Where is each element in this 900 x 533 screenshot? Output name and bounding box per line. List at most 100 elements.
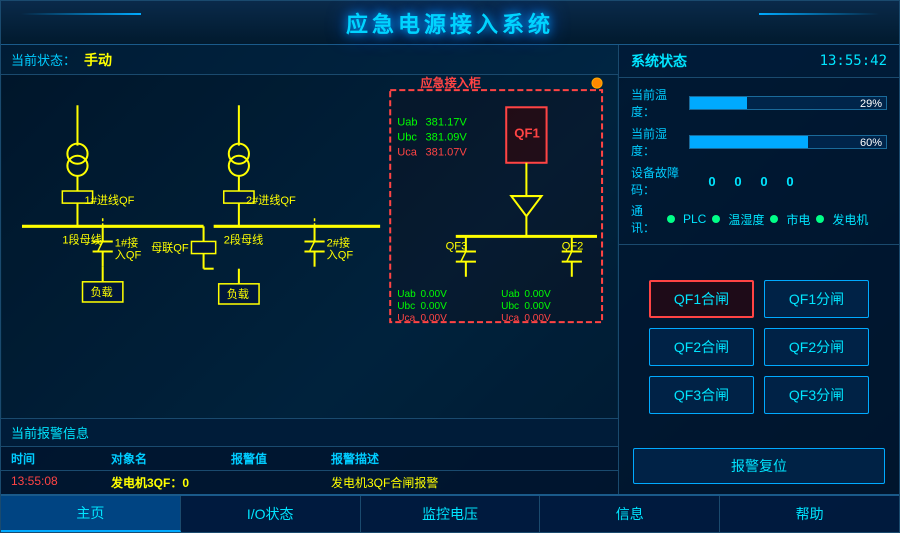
svg-text:0.00V: 0.00V	[420, 289, 447, 300]
comm-label: 通 讯：	[631, 202, 661, 236]
header: 应急电源接入系统	[1, 1, 899, 45]
fault-val-4: 0	[780, 174, 800, 189]
alert-header: 当前报警信息	[1, 419, 618, 447]
nav-voltage[interactable]: 监控电压	[361, 496, 541, 532]
nav-info-label: 信息	[616, 504, 644, 524]
alert-columns: 时间 对象名 报警值 报警描述	[1, 447, 618, 471]
nav-home[interactable]: 主页	[1, 496, 181, 532]
alert-col-object: 对象名	[111, 450, 211, 467]
svg-text:2段母线: 2段母线	[224, 232, 263, 246]
alert-col-time: 时间	[11, 450, 91, 467]
alert-cell-object: 发电机3QF：0	[111, 474, 211, 491]
plc-status-dot	[667, 215, 675, 223]
comm-plc: PLC	[683, 212, 706, 226]
svg-text:Ubc: Ubc	[397, 301, 415, 312]
svg-text:入QF: 入QF	[327, 250, 354, 262]
svg-text:Uab: Uab	[501, 289, 520, 300]
temp-bar-fill	[690, 97, 747, 109]
status-value: 手动	[84, 50, 112, 70]
svg-text:QF3: QF3	[446, 241, 468, 253]
nav-voltage-label: 监控电压	[422, 504, 478, 524]
svg-text:381.17V: 381.17V	[426, 116, 468, 128]
svg-text:Uab: Uab	[397, 289, 416, 300]
qf1-open-button[interactable]: QF1分闸	[764, 280, 869, 318]
nav-io[interactable]: I/O状态	[181, 496, 361, 532]
humidity-label: 当前湿度：	[631, 125, 681, 159]
alert-title: 当前报警信息	[11, 426, 89, 441]
comm-power: 市电	[786, 211, 810, 228]
fault-row: 设备故障码： 0 0 0 0	[631, 164, 887, 198]
gen-status-dot	[816, 215, 824, 223]
alert-cell-value	[231, 474, 311, 491]
qf2-close-button[interactable]: QF2合闸	[649, 328, 754, 366]
comm-gen: 发电机	[832, 211, 868, 228]
svg-text:Uca: Uca	[397, 147, 418, 159]
svg-text:Uca: Uca	[397, 313, 415, 324]
qf1-close-button[interactable]: QF1合闸	[649, 280, 754, 318]
svg-text:0.00V: 0.00V	[524, 313, 551, 324]
svg-text:1#进线QF: 1#进线QF	[85, 193, 135, 207]
status-bar: 当前状态： 手动	[1, 45, 618, 75]
comm-humidity: 温湿度	[728, 211, 764, 228]
system-info: 当前温度： 29% 当前湿度： 60% 设备故障码：	[619, 78, 899, 245]
svg-text:0.00V: 0.00V	[420, 313, 447, 324]
control-buttons: QF1合闸 QF1分闸 QF2合闸 QF2分闸 QF3合闸 QF3分闸	[619, 245, 899, 448]
alert-section: 当前报警信息 时间 对象名 报警值 报警描述 13:55:08 发电机3QF：0…	[1, 418, 618, 494]
temp-bar: 29%	[689, 96, 887, 110]
nav-help[interactable]: 帮助	[720, 496, 899, 532]
humidity-bar: 60%	[689, 135, 887, 149]
header-decor-left	[21, 13, 141, 33]
power-status-dot	[770, 215, 778, 223]
nav-footer: 主页 I/O状态 监控电压 信息 帮助	[1, 494, 899, 532]
svg-text:Uab: Uab	[397, 116, 417, 128]
qf2-btn-row: QF2合闸 QF2分闸	[629, 328, 889, 366]
comm-row: 通 讯： PLC 温湿度 市电 发电机	[631, 202, 887, 236]
fault-val-1: 0	[702, 174, 722, 189]
svg-text:0.00V: 0.00V	[420, 301, 447, 312]
svg-text:Ubc: Ubc	[397, 132, 417, 144]
svg-text:1段母线: 1段母线	[62, 232, 101, 246]
svg-text:381.09V: 381.09V	[426, 132, 468, 144]
svg-text:Ubc: Ubc	[501, 301, 519, 312]
humidity-bar-fill	[690, 136, 808, 148]
fault-label: 设备故障码：	[631, 164, 696, 198]
alert-cell-desc: 发电机3QF合闸报警	[331, 474, 608, 491]
temp-label: 当前温度：	[631, 86, 681, 120]
electrical-diagram: 1#进线QF 2#进线QF 1段母线 2段母线	[1, 75, 618, 418]
qf2-open-button[interactable]: QF2分闸	[764, 328, 869, 366]
humidity-row: 当前湿度： 60%	[631, 125, 887, 159]
main-container: 应急电源接入系统 当前状态： 手动	[0, 0, 900, 533]
alert-col-value: 报警值	[231, 450, 311, 467]
svg-text:应急接入柜: 应急接入柜	[420, 75, 480, 90]
svg-text:QF2: QF2	[562, 241, 584, 253]
svg-text:Uca: Uca	[501, 313, 519, 324]
humidity-value: 60%	[860, 136, 882, 150]
temp-value: 29%	[860, 97, 882, 111]
svg-text:负载: 负载	[91, 285, 113, 299]
system-status-header: 系统状态 13:55:42	[619, 45, 899, 78]
header-decor-right	[759, 13, 879, 33]
svg-text:2#接: 2#接	[327, 237, 350, 250]
qf3-close-button[interactable]: QF3合闸	[649, 376, 754, 414]
svg-text:负载: 负载	[227, 287, 249, 301]
alert-col-desc: 报警描述	[331, 450, 608, 467]
alert-cell-time: 13:55:08	[11, 474, 91, 491]
nav-info[interactable]: 信息	[540, 496, 720, 532]
nav-help-label: 帮助	[796, 504, 824, 524]
svg-text:0.00V: 0.00V	[524, 301, 551, 312]
fault-val-2: 0	[728, 174, 748, 189]
status-label: 当前状态：	[11, 50, 76, 69]
qf3-open-button[interactable]: QF3分闸	[764, 376, 869, 414]
page-title: 应急电源接入系统	[346, 7, 554, 39]
svg-text:1#接: 1#接	[115, 237, 138, 250]
system-status-title: 系统状态	[631, 51, 687, 71]
nav-home-label: 主页	[76, 503, 104, 523]
svg-text:入QF: 入QF	[115, 250, 142, 262]
fault-val-3: 0	[754, 174, 774, 189]
humidity-status-dot	[712, 215, 720, 223]
svg-text:0.00V: 0.00V	[524, 289, 551, 300]
left-panel: 当前状态： 手动	[1, 45, 619, 494]
svg-text:2#进线QF: 2#进线QF	[246, 193, 296, 207]
alert-reset-button[interactable]: 报警复位	[633, 448, 885, 484]
nav-io-label: I/O状态	[247, 504, 294, 524]
